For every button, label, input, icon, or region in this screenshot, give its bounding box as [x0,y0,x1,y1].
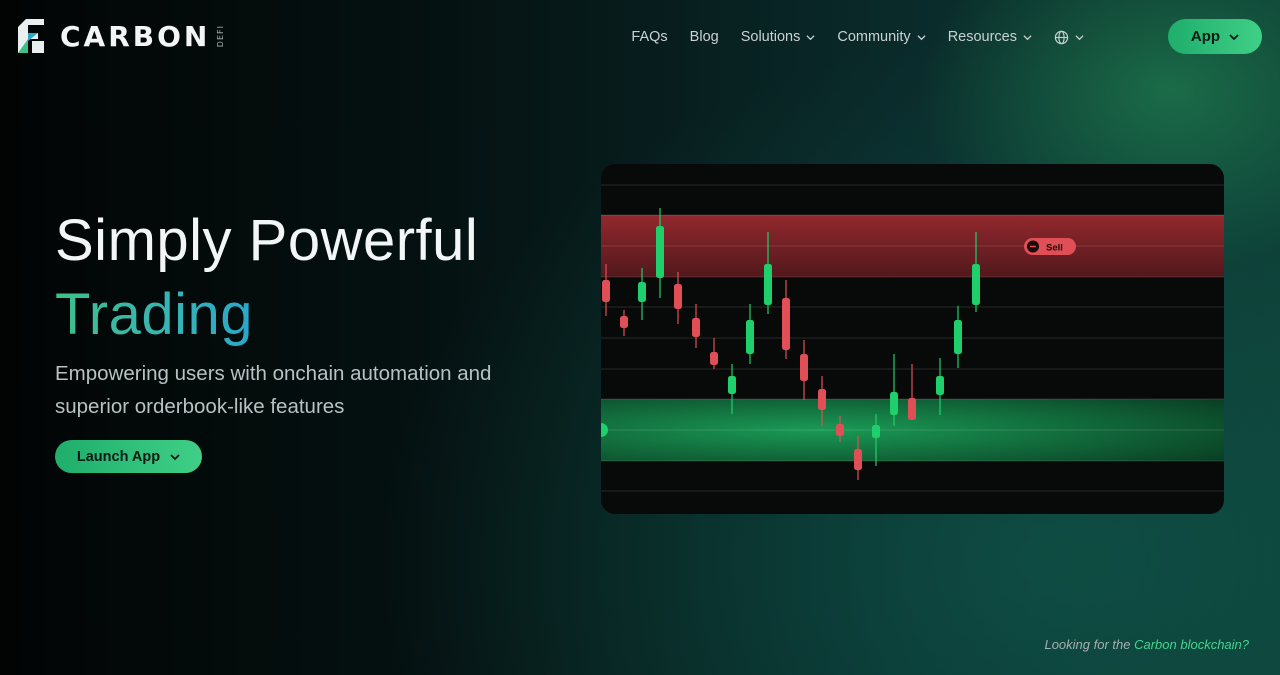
candle-body [972,264,980,305]
footer-note: Looking for the Carbon blockchain? [1044,637,1249,652]
top-navigation: CARBON DEFI FAQs Blog Solutions Communit… [0,0,1280,74]
app-button[interactable]: App [1168,19,1262,54]
carbon-logo[interactable]: CARBON DEFI [16,17,225,55]
carbon-blockchain-link[interactable]: Carbon blockchain? [1134,637,1249,652]
candle-body [954,320,962,354]
candle-down [800,340,808,400]
globe-icon [1054,30,1069,44]
nav-item-label: Solutions [740,29,801,45]
candle-body [638,282,646,302]
chevron-down-icon [170,453,180,460]
candle-body [728,376,736,394]
candle-body [710,352,718,365]
trading-chart-illustration: Sell [601,164,1224,514]
nav-item-resources[interactable]: Resources [948,29,1032,45]
nav-item-blog[interactable]: Blog [690,29,719,45]
candle-body [782,298,790,350]
candlestick-chart: Sell [601,184,1224,492]
launch-app-button[interactable]: Launch App [55,440,202,473]
carbon-logo-icon [18,19,44,53]
chevron-down-icon [1023,34,1032,40]
hero-subtitle: Empowering users with onchain automation… [55,362,492,418]
hero-title: Simply Powerful [55,208,479,273]
hero-accent-title: Trading [55,279,253,351]
chevron-down-icon [917,34,926,40]
candle-down [674,272,682,324]
candle-up [954,306,962,368]
candle-body [764,264,772,305]
candle-body [908,398,916,420]
candle-down [782,280,790,359]
candle-body [656,226,664,278]
nav-item-faqs[interactable]: FAQs [631,29,667,45]
candle-down [710,338,718,369]
language-selector[interactable] [1054,30,1084,45]
candle-body [890,392,898,415]
nav-item-solutions[interactable]: Solutions [741,29,816,45]
brand-name: CARBON [60,19,211,53]
footer-note-prefix: Looking for the [1044,637,1135,652]
candle-down [620,310,628,336]
candle-body [692,318,700,337]
candle-body [746,320,754,354]
candle-body [936,376,944,395]
chevron-down-icon [1075,34,1084,40]
chevron-down-icon [1229,33,1239,40]
candle-up [746,304,754,364]
launch-app-label: Launch App [76,448,161,465]
nav-item-community[interactable]: Community [837,29,926,45]
sell-tag-label: Sell [1046,243,1063,254]
nav-item-label: Blog [689,29,719,45]
candle-body [836,424,844,436]
sell-tag: Sell [1024,238,1076,255]
nav-item-label: FAQs [631,29,668,45]
candle-body [602,280,610,302]
candle-down [692,304,700,348]
candle-body [800,354,808,381]
candle-body [620,316,628,328]
candle-body [854,449,862,470]
chevron-down-icon [806,34,815,40]
nav-item-label: Resources [947,29,1017,45]
candle-body [818,389,826,410]
nav-item-label: Community [837,29,911,45]
main-menu: FAQs Blog Solutions Community Resources [609,25,1084,49]
candle-body [872,425,880,438]
app-button-label: App [1190,28,1221,45]
candle-body [674,284,682,309]
brand-tag: DEFI [216,24,226,48]
candle-down [908,364,916,420]
